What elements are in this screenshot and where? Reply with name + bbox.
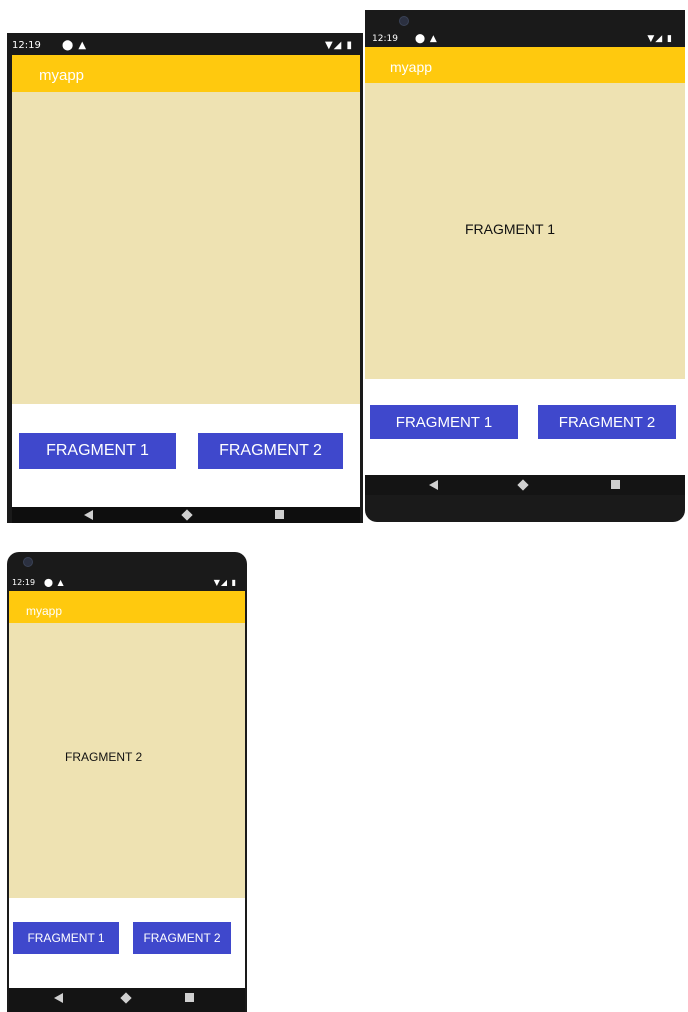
- fragment-1-button[interactable]: FRAGMENT 1: [19, 433, 176, 469]
- status-left-icons: ⬤ ▲: [44, 578, 65, 587]
- status-left-icons: ⬤ ▲: [415, 34, 438, 44]
- navigation-bar: [365, 475, 685, 495]
- home-icon[interactable]: [181, 509, 193, 521]
- phone-screenshot-1: 12:19 ⬤ ▲ ▼◢ ▮ myapp FRAGMENT 1 FRAGMENT…: [7, 33, 363, 523]
- status-left-icons: ⬤ ▲: [62, 40, 88, 51]
- status-time: 12:19: [12, 40, 41, 51]
- app-bar: myapp: [365, 47, 685, 83]
- status-bar: 12:19 ⬤ ▲ ▼◢ ▮: [7, 578, 247, 590]
- status-time: 12:19: [372, 34, 398, 44]
- status-bar: 12:19 ⬤ ▲ ▼◢ ▮: [365, 34, 685, 48]
- fragment-2-button[interactable]: FRAGMENT 2: [538, 405, 676, 439]
- fragment-1-button[interactable]: FRAGMENT 1: [13, 922, 119, 954]
- app-bar: myapp: [9, 591, 245, 623]
- phone-screenshot-2: 12:19 ⬤ ▲ ▼◢ ▮ myapp FRAGMENT 1 FRAGMENT…: [365, 10, 685, 522]
- button-panel: FRAGMENT 1 FRAGMENT 2: [365, 379, 685, 475]
- status-time: 12:19: [12, 578, 36, 587]
- app-title: myapp: [390, 59, 433, 75]
- phone-screenshot-3: 12:19 ⬤ ▲ ▼◢ ▮ myapp FRAGMENT 2 FRAGMENT…: [7, 552, 247, 1012]
- navigation-bar: [9, 988, 245, 1012]
- fragment-2-text: FRAGMENT 2: [65, 750, 143, 764]
- back-icon[interactable]: [429, 480, 438, 490]
- fragment-2-button[interactable]: FRAGMENT 2: [133, 922, 231, 954]
- status-right-icons: ▼◢ ▮: [647, 34, 673, 44]
- camera-icon: [23, 557, 33, 567]
- recent-apps-icon[interactable]: [185, 993, 194, 1002]
- home-icon[interactable]: [517, 479, 529, 491]
- fragment-container: FRAGMENT 2: [9, 623, 245, 898]
- recent-apps-icon[interactable]: [275, 510, 284, 519]
- back-icon[interactable]: [54, 993, 63, 1003]
- navigation-bar: [12, 507, 360, 523]
- app-bar: myapp: [12, 55, 360, 92]
- button-panel: FRAGMENT 1 FRAGMENT 2: [9, 898, 245, 988]
- status-right-icons: ▼◢ ▮: [213, 578, 237, 587]
- app-title: myapp: [26, 604, 63, 618]
- fragment-2-button[interactable]: FRAGMENT 2: [198, 433, 343, 469]
- status-right-icons: ▼◢ ▮: [324, 40, 353, 51]
- back-icon[interactable]: [84, 510, 93, 520]
- app-title: myapp: [39, 67, 85, 84]
- home-icon[interactable]: [120, 992, 132, 1004]
- fragment-container: FRAGMENT 1: [365, 83, 685, 379]
- button-panel: FRAGMENT 1 FRAGMENT 2: [12, 404, 360, 507]
- status-bar: 12:19 ⬤ ▲ ▼◢ ▮: [7, 40, 363, 56]
- recent-apps-icon[interactable]: [611, 480, 620, 489]
- fragment-container: [12, 92, 360, 404]
- fragment-1-text: FRAGMENT 1: [465, 221, 555, 237]
- fragment-1-button[interactable]: FRAGMENT 1: [370, 405, 518, 439]
- camera-icon: [399, 16, 409, 26]
